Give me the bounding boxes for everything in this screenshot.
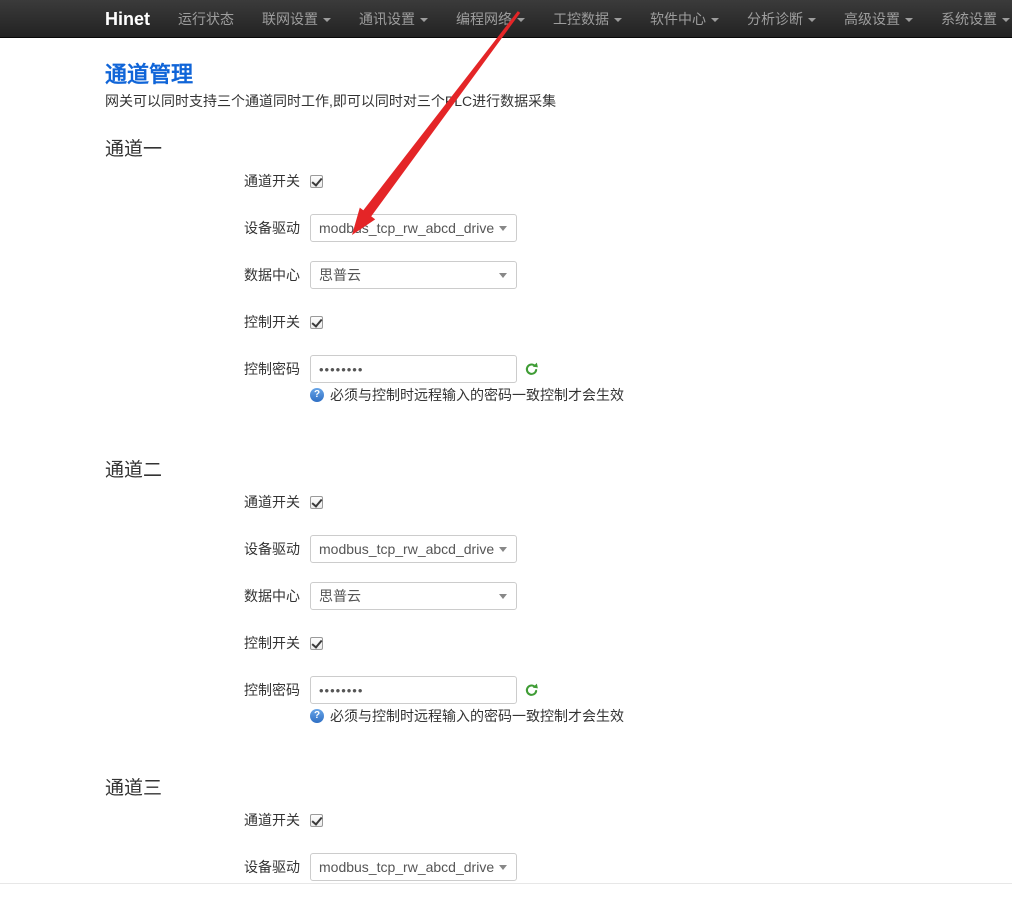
nav-item-advanced-settings[interactable]: 高级设置 [830, 0, 927, 38]
channel-1-password-row: 控制密码 [105, 355, 972, 383]
channel-2-control-password-input[interactable] [310, 676, 517, 704]
main-content: 通道管理 网关可以同时支持三个通道同时工作,即可以同时对三个PLC进行数据采集 … [0, 62, 1012, 881]
nav-item-system-settings[interactable]: 系统设置 [927, 0, 1012, 38]
chevron-down-icon [808, 18, 816, 22]
control-switch-label: 控制开关 [105, 633, 300, 653]
chevron-down-icon [517, 18, 525, 22]
nav-item-software-center[interactable]: 软件中心 [636, 0, 733, 38]
data-center-label: 数据中心 [105, 586, 300, 606]
page-title: 通道管理 [105, 62, 972, 88]
nav-item-running-status[interactable]: 运行状态 [164, 0, 248, 38]
nav-item-programming-network[interactable]: 编程网络 [442, 0, 539, 38]
device-driver-label: 设备驱动 [105, 857, 300, 877]
channel-1-device-driver-select[interactable]: modbus_tcp_rw_abcd_driver [310, 214, 517, 242]
channel-switch-label: 通道开关 [105, 171, 300, 191]
select-caret-icon [499, 273, 507, 278]
channel-3-device-driver-select[interactable]: modbus_tcp_rw_abcd_driver [310, 853, 517, 881]
channel-3-driver-row: 设备驱动 modbus_tcp_rw_abcd_driver [105, 853, 972, 881]
channel-2-password-help: ? 必须与控制时远程输入的密码一致控制才会生效 [310, 708, 972, 723]
channel-2-header: 通道二 [105, 460, 972, 482]
select-caret-icon [499, 865, 507, 870]
channel-switch-label: 通道开关 [105, 492, 300, 512]
page-bottom-divider [0, 883, 1012, 884]
help-icon: ? [310, 388, 324, 402]
nav-item-network-settings[interactable]: 联网设置 [248, 0, 345, 38]
channel-1-switch-checkbox[interactable] [310, 175, 323, 188]
refresh-icon[interactable] [524, 683, 539, 698]
channel-3-switch-row: 通道开关 [105, 806, 972, 834]
select-caret-icon [499, 226, 507, 231]
chevron-down-icon [1002, 18, 1010, 22]
control-password-label: 控制密码 [105, 359, 300, 379]
control-password-label: 控制密码 [105, 680, 300, 700]
select-caret-icon [499, 547, 507, 552]
channel-1-control-switch-row: 控制开关 [105, 308, 972, 336]
channel-2-control-switch-row: 控制开关 [105, 629, 972, 657]
channel-1-password-help: ? 必须与控制时远程输入的密码一致控制才会生效 [310, 387, 972, 402]
channel-1-data-center-select[interactable]: 思普云 [310, 261, 517, 289]
chevron-down-icon [905, 18, 913, 22]
chevron-down-icon [420, 18, 428, 22]
channel-2-section: 通道二 通道开关 设备驱动 modbus_tcp_rw_abcd_driver … [105, 460, 972, 723]
channel-1-header: 通道一 [105, 139, 972, 161]
password-help-text: 必须与控制时远程输入的密码一致控制才会生效 [330, 385, 624, 405]
brand-logo[interactable]: Hinet [105, 0, 150, 38]
channel-1-switch-row: 通道开关 [105, 167, 972, 195]
channel-3-switch-checkbox[interactable] [310, 814, 323, 827]
chevron-down-icon [323, 18, 331, 22]
refresh-icon[interactable] [524, 362, 539, 377]
channel-3-header: 通道三 [105, 778, 972, 800]
channel-1-control-password-input[interactable] [310, 355, 517, 383]
channel-2-password-row: 控制密码 [105, 676, 972, 704]
channel-1-datacenter-row: 数据中心 思普云 [105, 261, 972, 289]
channel-switch-label: 通道开关 [105, 810, 300, 830]
chevron-down-icon [711, 18, 719, 22]
channel-1-section: 通道一 通道开关 设备驱动 modbus_tcp_rw_abcd_driver … [105, 139, 972, 402]
channel-2-switch-row: 通道开关 [105, 488, 972, 516]
channel-1-control-switch-checkbox[interactable] [310, 316, 323, 329]
select-caret-icon [499, 594, 507, 599]
nav-menu: 运行状态 联网设置 通讯设置 编程网络 工控数据 软件中心 分析诊断 高级设置 [164, 0, 1012, 38]
help-icon: ? [310, 709, 324, 723]
navbar: Hinet 运行状态 联网设置 通讯设置 编程网络 工控数据 软件中心 分析诊断 [0, 0, 1012, 38]
device-driver-label: 设备驱动 [105, 218, 300, 238]
nav-item-analysis-diagnosis[interactable]: 分析诊断 [733, 0, 830, 38]
channel-2-control-switch-checkbox[interactable] [310, 637, 323, 650]
channel-3-section: 通道三 通道开关 设备驱动 modbus_tcp_rw_abcd_driver [105, 778, 972, 881]
device-driver-label: 设备驱动 [105, 539, 300, 559]
nav-item-comm-settings[interactable]: 通讯设置 [345, 0, 442, 38]
channel-2-switch-checkbox[interactable] [310, 496, 323, 509]
nav-item-industrial-data[interactable]: 工控数据 [539, 0, 636, 38]
channel-2-datacenter-row: 数据中心 思普云 [105, 582, 972, 610]
data-center-label: 数据中心 [105, 265, 300, 285]
channel-1-driver-row: 设备驱动 modbus_tcp_rw_abcd_driver [105, 214, 972, 242]
chevron-down-icon [614, 18, 622, 22]
page-subtitle: 网关可以同时支持三个通道同时工作,即可以同时对三个PLC进行数据采集 [105, 93, 972, 109]
channel-2-device-driver-select[interactable]: modbus_tcp_rw_abcd_driver [310, 535, 517, 563]
password-help-text: 必须与控制时远程输入的密码一致控制才会生效 [330, 706, 624, 726]
control-switch-label: 控制开关 [105, 312, 300, 332]
channel-2-driver-row: 设备驱动 modbus_tcp_rw_abcd_driver [105, 535, 972, 563]
channel-2-data-center-select[interactable]: 思普云 [310, 582, 517, 610]
